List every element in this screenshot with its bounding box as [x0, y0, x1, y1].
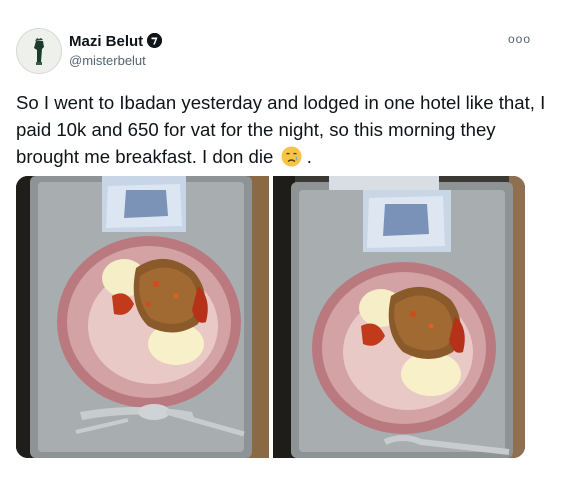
- display-name-text: Mazi Belut: [69, 33, 144, 50]
- tweet-text-end: .: [306, 146, 312, 167]
- tweet-photo-2[interactable]: [273, 176, 525, 458]
- more-options-icon[interactable]: ooo: [508, 32, 531, 46]
- tweet-text: So I went to Ibadan yesterday and lodged…: [16, 89, 546, 170]
- verified-badge-icon: [147, 33, 163, 48]
- user-handle[interactable]: @misterbelut: [69, 53, 146, 68]
- photo-2-image: [273, 176, 525, 458]
- tweet-photo-1[interactable]: [16, 176, 269, 458]
- photo-1-image: [16, 176, 269, 458]
- crying-face-emoji-icon: [281, 146, 302, 167]
- avatar-image: [17, 29, 61, 73]
- display-name[interactable]: Mazi Belut: [69, 33, 163, 50]
- tweet-card: Mazi Belut @misterbelut ooo So I went to…: [0, 0, 562, 488]
- avatar[interactable]: [16, 28, 62, 74]
